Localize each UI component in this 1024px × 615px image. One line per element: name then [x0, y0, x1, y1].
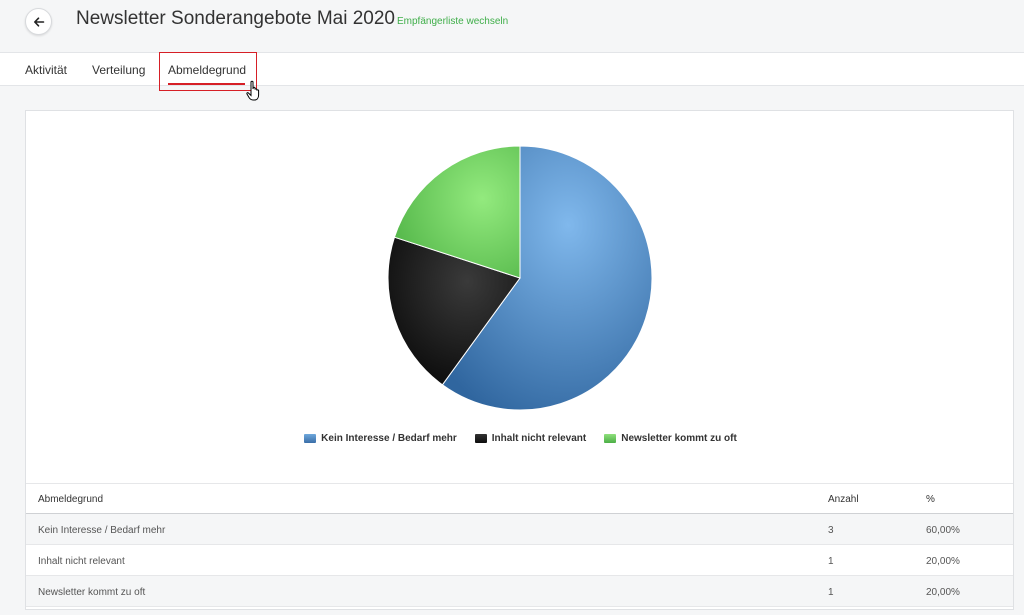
table-header-row: Abmeldegrund Anzahl %: [26, 483, 1013, 514]
legend-swatch: [604, 434, 617, 443]
legend-swatch: [304, 434, 317, 443]
back-button[interactable]: [25, 8, 52, 35]
table-row: Inhalt nicht relevant 1 20,00%: [26, 545, 1013, 576]
page-header: Newsletter Sonderangebote Mai 2020 Empfä…: [0, 0, 1024, 53]
table-cell: Inhalt nicht relevant: [38, 556, 125, 567]
hand-cursor-icon: [246, 80, 260, 101]
table-cell: 60,00%: [926, 525, 960, 536]
legend-item[interactable]: Kein Interesse / Bedarf mehr: [304, 433, 457, 444]
arrow-left-icon: [33, 16, 44, 27]
table-cell: Kein Interesse / Bedarf mehr: [38, 525, 166, 536]
column-header: %: [926, 494, 935, 505]
legend-label: Inhalt nicht relevant: [491, 433, 587, 444]
column-header: Anzahl: [828, 494, 859, 505]
pie-chart: [387, 145, 653, 411]
unsubscribe-reason-card: Kein Interesse / Bedarf mehr Inhalt nich…: [25, 110, 1014, 610]
tab-verteilung[interactable]: Verteilung: [92, 63, 145, 77]
legend-item[interactable]: Inhalt nicht relevant: [474, 433, 587, 444]
reason-table: Abmeldegrund Anzahl % Kein Interesse / B…: [26, 483, 1013, 607]
legend-label: Newsletter kommt zu oft: [621, 433, 737, 444]
tab-aktivitaet[interactable]: Aktivität: [25, 63, 67, 77]
table-cell: 1: [828, 556, 834, 567]
page-title: Newsletter Sonderangebote Mai 2020: [76, 8, 395, 29]
table-row: Newsletter kommt zu oft 1 20,00%: [26, 576, 1013, 607]
switch-recipient-list-link[interactable]: Empfängerliste wechseln: [397, 16, 508, 27]
table-cell: 1: [828, 587, 834, 598]
tab-highlight-box: [159, 52, 257, 91]
legend-label: Kein Interesse / Bedarf mehr: [321, 433, 457, 444]
tab-bar: Aktivität Verteilung Abmeldegrund: [0, 53, 1024, 86]
chart-legend: Kein Interesse / Bedarf mehr Inhalt nich…: [26, 433, 1013, 444]
legend-item[interactable]: Newsletter kommt zu oft: [604, 433, 737, 444]
table-cell: 3: [828, 525, 834, 536]
column-header: Abmeldegrund: [38, 494, 104, 505]
table-row: Kein Interesse / Bedarf mehr 3 60,00%: [26, 514, 1013, 545]
table-cell: 20,00%: [926, 556, 960, 567]
legend-swatch: [474, 434, 487, 443]
table-cell: 20,00%: [926, 587, 960, 598]
table-cell: Newsletter kommt zu oft: [38, 587, 146, 598]
